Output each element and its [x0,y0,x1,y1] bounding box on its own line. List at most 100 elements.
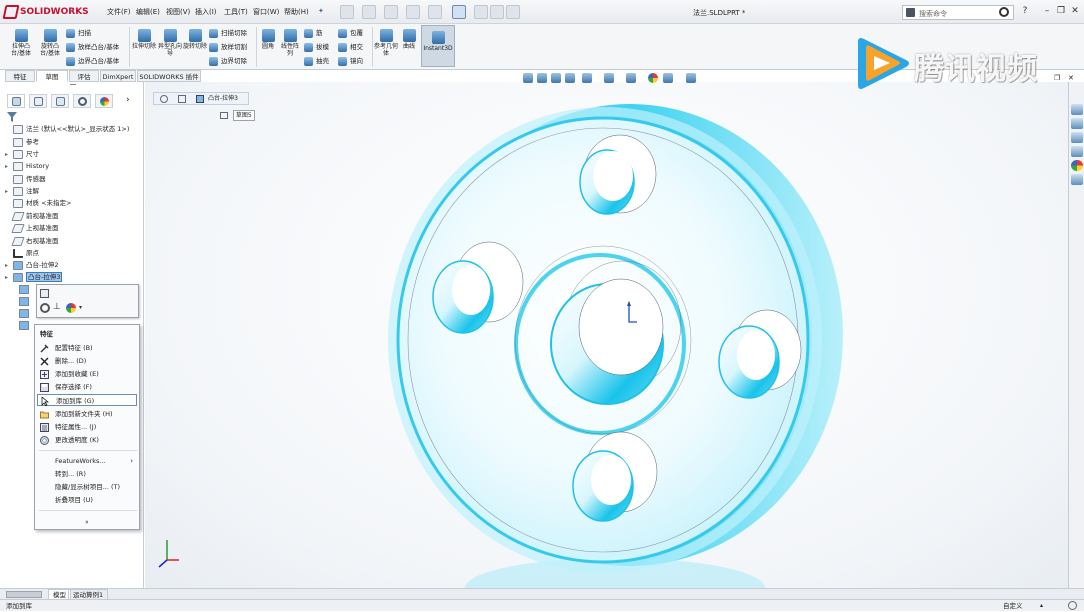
wrap-button[interactable]: 包覆 [338,27,363,38]
menu-file[interactable]: 文件(F) [107,7,131,17]
rebuild-icon[interactable] [474,5,488,19]
sweep-button[interactable]: 扫描 [66,27,91,38]
menu-tools[interactable]: 工具(T) [224,7,248,17]
intersect-button[interactable]: 相交 [338,41,363,52]
zoom-to-fit-icon[interactable] [523,73,533,83]
tab-scroll-buttons[interactable] [6,591,42,598]
boundary-boss-button[interactable]: 边界凸台/基体 [66,55,119,66]
new-doc-icon[interactable] [340,5,354,19]
breadcrumb[interactable]: 凸台-拉伸3 [153,92,249,105]
menu-item-add-to-favorites[interactable]: 添加到收藏 (E) [37,368,137,380]
linear-pattern-button[interactable]: 线性阵列 [279,29,301,57]
tab-display-manager[interactable] [95,94,113,108]
menu-item-add-to-library[interactable]: 添加到库 (G) [37,394,137,406]
help-icon[interactable]: ? [1020,6,1030,16]
viewport-close-icon[interactable]: ✕ [1068,74,1074,82]
breadcrumb-sketch[interactable]: 草图5 [220,110,264,121]
search-input[interactable]: 搜索命令 [902,5,1014,20]
fillet-button[interactable]: 圆角 [258,29,278,50]
home-icon[interactable] [1071,104,1083,115]
section-view-icon[interactable] [565,73,575,83]
menu-item-goto[interactable]: 转到... (R) [37,468,137,480]
menu-insert[interactable]: 插入(I) [195,7,217,17]
view-settings-icon[interactable] [686,73,696,83]
tree-item-origin[interactable]: 原点 [5,247,39,259]
close-icon[interactable]: ✕ [1070,6,1080,16]
design-library-icon[interactable] [1071,132,1083,143]
tab-evaluate[interactable]: 评估 [69,70,99,82]
draft-button[interactable]: 拔模 [304,41,329,52]
menu-item-featureworks[interactable]: FeatureWorks... › [37,455,137,467]
print-icon[interactable] [406,5,420,19]
units-chevron-icon[interactable]: ▴ [1040,600,1043,612]
panel-collapse-handle[interactable] [70,84,76,88]
menu-item-configure-feature[interactable]: 配置特征 (B) [37,342,137,354]
tree-item-boss-extrude3[interactable]: ▸ 凸台-拉伸3 [5,271,63,283]
file-properties-icon[interactable] [490,5,504,19]
tree-item-sensors[interactable]: 传感器 [5,173,46,185]
previous-view-icon[interactable] [551,73,561,83]
graphics-area[interactable] [145,82,1068,588]
revolve-boss-button[interactable]: 旋转凸台/基体 [37,29,63,57]
tree-item-annotations[interactable]: ▸ 注解 [5,185,39,197]
extrude-boss-button[interactable]: 拉伸凸台/基体 [8,29,34,57]
options-gear-icon[interactable] [506,5,520,19]
search-icon[interactable] [999,7,1009,17]
tab-dimxpert-manager[interactable] [73,94,91,108]
menu-item-feature-properties[interactable]: 特征属性... (J) [37,421,137,433]
tab-sketch[interactable]: 草图 [36,70,68,82]
menu-view[interactable]: 视图(V) [166,7,190,17]
boundary-cut-button[interactable]: 边界切除 [209,55,247,66]
restore-icon[interactable]: ❐ [1056,6,1066,16]
display-style-icon[interactable] [604,73,614,83]
mirror-button[interactable]: 镜向 [338,55,363,66]
instant3d-button[interactable]: Instant3D [421,25,455,67]
extrude-cut-button[interactable]: 拉伸切除 [131,29,157,50]
tab-configuration-manager[interactable] [51,94,69,108]
menu-help[interactable]: 帮助(H) [284,7,309,17]
tab-dimxpert[interactable]: DimXpert [100,70,136,82]
tree-item-right-plane[interactable]: 右视基准面 [5,235,59,247]
tree-item-references[interactable]: 参考 [5,136,39,148]
tab-property-manager[interactable] [29,94,47,108]
shell-button[interactable]: 抽壳 [304,55,329,66]
menu-item-add-to-new-folder[interactable]: 添加到新文件夹 (H) [37,408,137,420]
units-selector[interactable]: 自定义 [1003,600,1023,612]
tree-item-dimensions[interactable]: ▸ 尺寸 [5,148,39,160]
menu-expand-button[interactable]: » [37,516,137,528]
zoom-area-icon[interactable] [537,73,547,83]
file-explorer-icon[interactable] [1071,146,1083,157]
zoom-to-selection-icon[interactable] [40,303,50,313]
rib-button[interactable]: 筋 [304,27,323,38]
menu-item-save-selection[interactable]: 保存选择 (F) [37,381,137,393]
appearances-icon[interactable] [1071,160,1083,171]
tab-more[interactable]: › [121,94,139,108]
menu-item-change-transparency[interactable]: 更改透明度 (K) [37,434,137,446]
lofted-cut-button[interactable]: 放样切割 [209,41,247,52]
flange-model[interactable] [145,82,1068,588]
menu-item-hide-show-tree-items[interactable]: 隐藏/显示树项目... (T) [37,481,137,493]
tree-item-front-plane[interactable]: 前视基准面 [5,210,59,222]
help-bubble-icon[interactable] [1068,601,1077,610]
menu-item-delete[interactable]: 删除... (D) [37,355,137,367]
open-icon[interactable] [362,5,376,19]
custom-properties-icon[interactable] [1071,174,1083,185]
view-orientation-icon[interactable] [582,73,592,83]
tab-feature-manager[interactable] [7,94,25,108]
menu-edit[interactable]: 编辑(E) [136,7,160,17]
tab-addins[interactable]: SOLIDWORKS 插件 [137,70,201,82]
save-icon[interactable] [384,5,398,19]
menu-window[interactable]: 窗口(W) [253,7,279,17]
hole-wizard-button[interactable]: 异型孔向导 [157,29,183,57]
tab-features[interactable]: 特征 [5,70,35,82]
undo-icon[interactable] [428,5,442,19]
tree-item-material[interactable]: 材质 <未指定> [5,197,71,209]
select-icon[interactable] [452,5,466,19]
tree-item-top-plane[interactable]: 上视基准面 [5,222,59,234]
pin-icon[interactable]: ✦ [318,7,324,15]
minimize-icon[interactable]: – [1042,6,1052,16]
loft-boss-button[interactable]: 放样凸台/基体 [66,41,119,52]
hide-show-items-icon[interactable] [626,73,636,83]
tree-item-history[interactable]: ▸ History [5,160,49,172]
solidworks-logo[interactable]: SOLIDWORKS [2,3,94,21]
